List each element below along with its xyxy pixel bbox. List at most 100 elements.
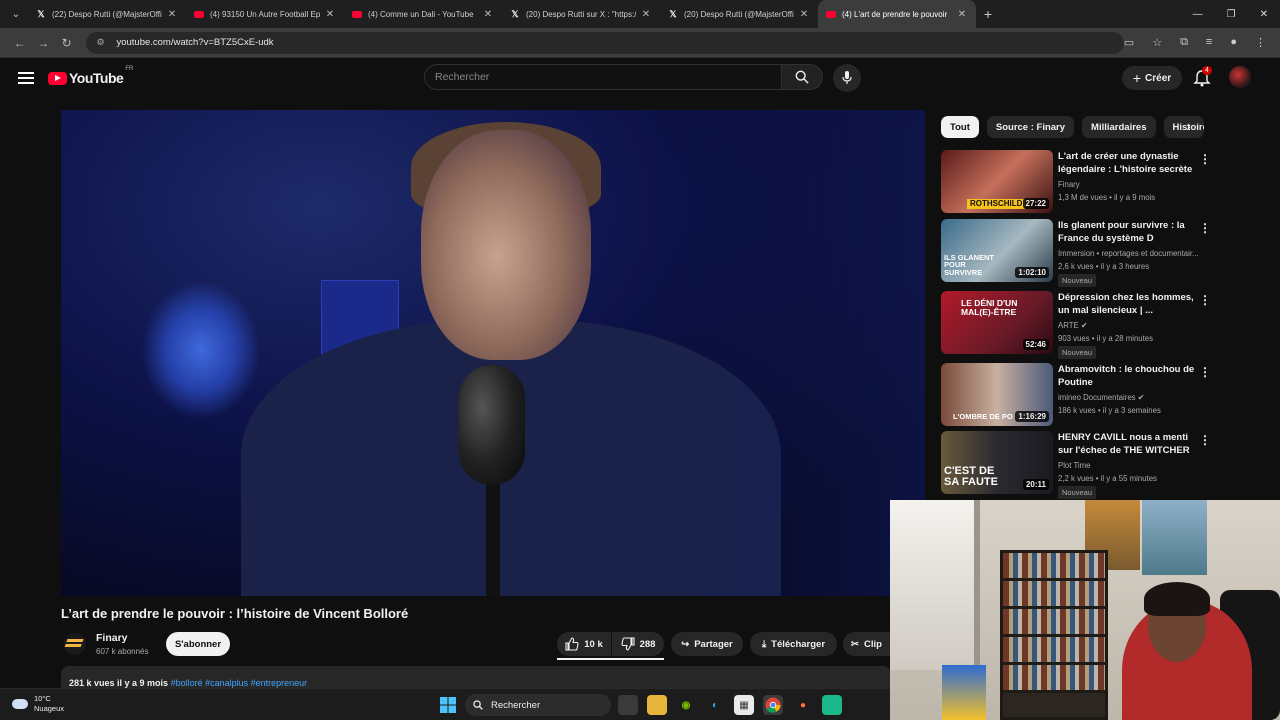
firefox-icon[interactable]: ● (793, 695, 813, 715)
youtube-logo[interactable]: YouTube FR (48, 66, 133, 86)
recommended-video[interactable]: ILS GLANENT POUR SURVIVRE 1:02:10 Ils gl… (941, 219, 1221, 287)
chip-histoire[interactable]: Histoire (1163, 116, 1204, 138)
app-icon[interactable] (822, 695, 842, 715)
chrome-icon[interactable] (763, 695, 783, 715)
video-thumbnail[interactable]: LE DÉNI D'UN MAL(E)-ÊTRE 52:46 (941, 291, 1053, 354)
recommended-channel[interactable]: Plot Time (1058, 461, 1210, 470)
minimize-icon[interactable]: — (1193, 9, 1203, 20)
weather-widget[interactable]: 10°C Nuageux (12, 694, 64, 714)
search-button[interactable] (781, 64, 823, 90)
clip-button[interactable]: ✂ Clip (843, 632, 890, 656)
recommended-video[interactable]: C'EST DE SA FAUTE 20:11 HENRY CAVILL nou… (941, 431, 1221, 499)
close-window-icon[interactable]: ✕ (1260, 9, 1268, 20)
channel-name[interactable]: Finary (96, 632, 128, 644)
channel-avatar[interactable] (64, 633, 86, 655)
new-badge: Nouveau (1058, 346, 1097, 359)
recommended-title[interactable]: HENRY CAVILL nous a menti sur l'échec de… (1058, 431, 1198, 457)
more-options-icon[interactable]: ⋮ (1199, 365, 1211, 379)
like-button[interactable]: 10 k (557, 632, 611, 656)
profile-icon[interactable]: ● (1230, 36, 1237, 49)
close-tab-icon[interactable]: ✕ (798, 9, 810, 20)
download-button[interactable]: ⤓ Télécharger (750, 632, 837, 656)
browser-tab[interactable]: (4) 93150 Un Autre Football Ep ✕ (186, 0, 344, 28)
recommended-channel[interactable]: Immersion • reportages et documentair... (1058, 249, 1210, 258)
recommended-title[interactable]: L'art de créer une dynastie légendaire :… (1058, 150, 1198, 176)
x-logo-icon: 𝕏 (37, 8, 45, 19)
video-thumbnail[interactable]: C'EST DE SA FAUTE 20:11 (941, 431, 1053, 494)
subscriber-count: 607 k abonnés (96, 647, 149, 656)
new-tab-button[interactable]: + (976, 6, 1000, 22)
create-button[interactable]: + Créer (1122, 66, 1182, 90)
recommended-title[interactable]: Abramovitch : le chouchou de Poutine (1058, 363, 1198, 389)
windows-start-icon[interactable] (438, 695, 458, 715)
subscribe-button[interactable]: S'abonner (166, 632, 230, 656)
menu-icon[interactable] (18, 72, 34, 84)
thumbnail-caption: ILS GLANENT POUR SURVIVRE (944, 252, 994, 277)
browser-tab-active[interactable]: (4) L'art de prendre le pouvoir ✕ (818, 0, 976, 28)
voice-search-button[interactable] (833, 64, 861, 92)
file-explorer-icon[interactable] (647, 695, 667, 715)
browser-tab[interactable]: 𝕏 (22) Despo Rutti (@MajsterOffic ✕ (28, 0, 186, 28)
url-input[interactable]: ⚙ youtube.com/watch?v=BTZ5CxE-udk (86, 31, 1124, 54)
browser-menu-icon[interactable]: ⋮ (1255, 36, 1266, 49)
bookmark-star-icon[interactable]: ☆ (1152, 36, 1162, 49)
dislike-button[interactable]: 288 (612, 632, 664, 656)
site-info-icon[interactable]: ⚙ (96, 37, 108, 48)
recommended-channel[interactable]: imineo Documentaires ✔ (1058, 393, 1210, 402)
like-ratio-bar (557, 658, 664, 660)
thumbnail-caption: LE DÉNI D'UN MAL(E)-ÊTRE (961, 298, 1018, 317)
recommended-title[interactable]: Ils glanent pour survivre : la France du… (1058, 219, 1198, 245)
account-avatar[interactable] (1229, 66, 1251, 88)
close-tab-icon[interactable]: ✕ (166, 9, 178, 20)
taskbar-search[interactable]: Rechercher (465, 694, 611, 716)
nvidia-icon[interactable]: ◉ (676, 695, 696, 715)
recommended-video[interactable]: L'OMBRE DE PO 1:16:29 Abramovitch : le c… (941, 363, 1221, 429)
video-player[interactable] (61, 110, 925, 596)
back-icon[interactable]: ← (8, 36, 31, 50)
close-tab-icon[interactable]: ✕ (956, 9, 968, 20)
video-thumbnail[interactable]: ILS GLANENT POUR SURVIVRE 1:02:10 (941, 219, 1053, 282)
chevron-right-icon[interactable]: › (1186, 118, 1191, 134)
chip-all[interactable]: Tout (941, 116, 979, 138)
extensions-icon[interactable]: ⧉ (1180, 36, 1188, 49)
browser-tab[interactable]: (4) Comme un Dali - YouTube ✕ (344, 0, 502, 28)
youtube-logo-icon (826, 10, 836, 18)
more-options-icon[interactable]: ⋮ (1199, 152, 1211, 166)
tab-search-button[interactable]: ⌄ (4, 3, 28, 25)
thumbs-down-icon (621, 637, 635, 651)
reading-list-icon[interactable]: ≡ (1206, 36, 1212, 49)
plus-icon: + (1132, 70, 1142, 86)
search-input[interactable]: Rechercher (424, 64, 782, 90)
chip-milliardaires[interactable]: Milliardaires (1082, 116, 1156, 138)
recommended-title[interactable]: Dépression chez les hommes, un mal silen… (1058, 291, 1198, 317)
cast-icon[interactable]: ▭ (1124, 36, 1134, 49)
browser-tab[interactable]: 𝕏 (20) Despo Rutti (@MajsterOffic ✕ (660, 0, 818, 28)
chip-source-finary[interactable]: Source : Finary (986, 116, 1075, 138)
maximize-icon[interactable]: ❐ (1227, 9, 1236, 20)
recommended-channel[interactable]: ARTE ✔ (1058, 321, 1210, 330)
thumbnail-caption: ROTHSCHILD (967, 199, 1026, 209)
share-button[interactable]: ↪ Partager (671, 632, 743, 656)
video-thumbnail[interactable]: ROTHSCHILD 27:22 (941, 150, 1053, 213)
store-icon[interactable]: ▦ (734, 695, 754, 715)
recommended-video[interactable]: ROTHSCHILD 27:22 L'art de créer une dyna… (941, 150, 1221, 216)
close-tab-icon[interactable]: ✕ (640, 9, 652, 20)
recommended-stats: 2,6 k vues • il y a 3 heures (1058, 262, 1150, 271)
description-box[interactable]: 281 k vues il y a 9 mois #bolloré #canal… (61, 666, 891, 688)
video-duration: 1:02:10 (1015, 267, 1049, 278)
browser-tab[interactable]: 𝕏 (20) Despo Rutti sur X : "https:/✕ (502, 0, 660, 28)
task-view-icon[interactable] (618, 695, 638, 715)
close-tab-icon[interactable]: ✕ (324, 9, 336, 20)
close-tab-icon[interactable]: ✕ (482, 9, 494, 20)
recommended-channel[interactable]: Finary (1058, 180, 1210, 189)
recommended-video[interactable]: LE DÉNI D'UN MAL(E)-ÊTRE 52:46 Dépressio… (941, 291, 1221, 359)
video-thumbnail[interactable]: L'OMBRE DE PO 1:16:29 (941, 363, 1053, 426)
edge-icon[interactable]: ◐ (705, 695, 725, 715)
forward-icon[interactable]: → (31, 36, 54, 50)
reload-icon[interactable]: ↻ (55, 36, 78, 50)
more-options-icon[interactable]: ⋮ (1199, 221, 1211, 235)
more-options-icon[interactable]: ⋮ (1199, 293, 1211, 307)
video-duration: 1:16:29 (1015, 411, 1049, 422)
x-logo-icon: 𝕏 (511, 8, 519, 19)
more-options-icon[interactable]: ⋮ (1199, 433, 1211, 447)
